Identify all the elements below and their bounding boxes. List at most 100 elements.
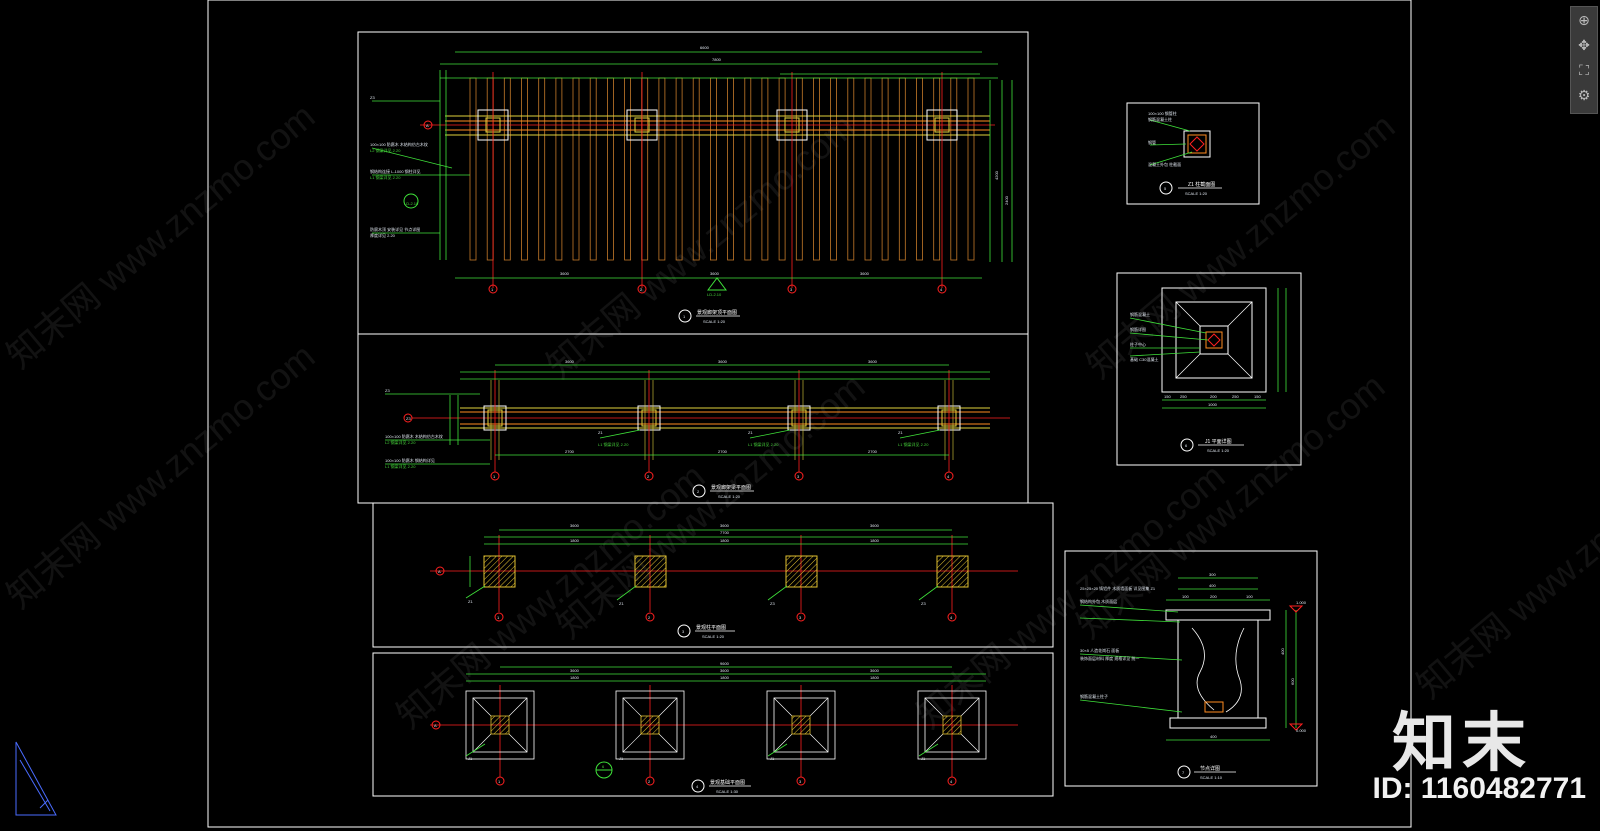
p3-scale: SCALE 1:20 bbox=[702, 634, 725, 639]
roof-slat bbox=[555, 77, 563, 261]
p1-title: 景观廊架顶平面图 bbox=[697, 309, 737, 316]
p1-dim-bot-3: 3600 bbox=[860, 271, 870, 276]
p7-dim-top-3: 100 bbox=[1182, 594, 1189, 599]
roof-slat bbox=[916, 77, 923, 261]
p2-axis-a: Z3 bbox=[406, 416, 411, 421]
mode-icon[interactable]: ⚙ bbox=[1573, 85, 1595, 107]
p2-dim-top-1: 3600 bbox=[565, 359, 575, 364]
p1-note-3: L2 钢梁详见 2.20 bbox=[370, 147, 401, 153]
p3-axis-a: A bbox=[438, 569, 441, 574]
roof-slat bbox=[641, 77, 649, 261]
asset-id: ID: 1160482771 bbox=[1372, 772, 1586, 805]
p4-dim-total: 9600 bbox=[720, 661, 730, 666]
p1-section-mark: LD-2.10 bbox=[707, 292, 722, 297]
p5-title: Z1 柱截面图 bbox=[1188, 181, 1215, 188]
p7-note-1: 25×25×20 铸铝件 木质墙面板 详见图集 Z1 bbox=[1080, 585, 1156, 591]
p2-grid-3: 3 bbox=[797, 474, 800, 479]
p2-note-5: L1 钢梁详见 2.20 bbox=[598, 441, 629, 447]
p2-dim-bot-3: 2700 bbox=[868, 449, 878, 454]
p2-grid-1: 1 bbox=[493, 474, 496, 479]
p1-callout: LD-2.10 bbox=[404, 201, 419, 206]
p1-dim-right-1: 4200 bbox=[994, 170, 999, 180]
p6-dim-total: 1000 bbox=[1208, 402, 1218, 407]
p7-dim-top-1: 300 bbox=[1209, 572, 1216, 577]
p2-grid-2: 2 bbox=[647, 474, 650, 479]
roof-slat bbox=[675, 77, 683, 261]
panel-roof-plan: 1 2 3 4 A 6600 7800 3600 3600 3600 4200 … bbox=[357, 31, 1029, 335]
p2-note-11: L1 钢梁详见 2.20 bbox=[385, 463, 416, 469]
p7-note-2: 钢结构外包 木质面层 bbox=[1080, 598, 1117, 604]
p3-dim-mid-3: 1800 bbox=[870, 538, 880, 543]
p7-scale: SCALE 1:10 bbox=[1200, 775, 1223, 780]
cad-drawing-canvas[interactable]: 知末网 www.znzmo.com 知末网 www.znzmo.com 知末网 … bbox=[0, 0, 1600, 831]
p6-dim-4: 250 bbox=[1232, 394, 1239, 399]
viewer-toolbar: ⊕ ✥ ⛶ ⚙ bbox=[1570, 6, 1598, 114]
p4-dim-mid-2: 1800 bbox=[720, 675, 730, 680]
pan-icon[interactable]: ✥ bbox=[1573, 35, 1595, 57]
p3-dim-mid-1: 1800 bbox=[570, 538, 580, 543]
p2-note-2: 100×100 防腐木 木结构仿古木纹 bbox=[385, 433, 443, 439]
p1-note-1: Z3 bbox=[370, 95, 375, 100]
p6-note-1: 钢筋混凝土 bbox=[1130, 311, 1150, 317]
p7-dim-bottom: 400 bbox=[1210, 734, 1217, 739]
watermark-1: 知末网 www.znzmo.com bbox=[0, 95, 322, 376]
p6-title: J1 平面详图 bbox=[1205, 438, 1232, 445]
p4-grid-1: 1 bbox=[498, 779, 501, 784]
p2-dim-bot-2: 2700 bbox=[718, 449, 728, 454]
roof-slat bbox=[624, 77, 631, 261]
p1-grid-4: 4 bbox=[940, 287, 943, 292]
p1-note-6: 防腐木顶 安装详见 节点详图 bbox=[370, 226, 420, 232]
p3-note-3: Z3 bbox=[770, 601, 775, 606]
roof-slat bbox=[881, 77, 889, 261]
p4-grid-2: 2 bbox=[648, 779, 651, 784]
p5-note-3: 钢管 bbox=[1148, 139, 1156, 145]
p1-dim-top-1: 6600 bbox=[700, 45, 710, 50]
roof-slat bbox=[847, 77, 855, 261]
roof-slat bbox=[950, 77, 958, 261]
p1-dim-top-2: 7800 bbox=[712, 57, 722, 62]
p3-grid-2: 2 bbox=[648, 615, 651, 620]
p7-level-1: 1.000 bbox=[1296, 600, 1307, 605]
p5-note-1: 100×100 钢管柱 bbox=[1148, 110, 1177, 116]
p2-dim-top-2: 3600 bbox=[718, 359, 728, 364]
p6-scale: SCALE 1:20 bbox=[1207, 448, 1230, 453]
p2-dim-bot-1: 2700 bbox=[565, 449, 575, 454]
panel-z1-section: 100×100 钢管柱 钢筋混凝土柱 钢管 混凝土外包 柱截面 5 Z1 柱截面… bbox=[1126, 102, 1260, 205]
p7-number: 7 bbox=[1182, 770, 1185, 775]
brand-logo: 知末 bbox=[1392, 707, 1532, 779]
p1-dim-bot-1: 3600 bbox=[560, 271, 570, 276]
p7-dim-top-5: 100 bbox=[1246, 594, 1253, 599]
roof-slat bbox=[864, 77, 872, 261]
p4-dim-top-1: 3600 bbox=[570, 668, 580, 673]
p4-dim-top-3: 3600 bbox=[870, 668, 880, 673]
p6-note-3: 柱子中心 bbox=[1130, 341, 1146, 347]
panel-node-detail: 300 400 100 200 100 400 600 400 1.000 0.… bbox=[1064, 550, 1318, 787]
p6-dim-2: 250 bbox=[1180, 394, 1187, 399]
p4-callout: 6 bbox=[602, 764, 605, 769]
p6-dim-3: 200 bbox=[1210, 394, 1217, 399]
roof-slat bbox=[486, 77, 494, 261]
p5-note-4: 混凝土外包 柱截面 bbox=[1148, 161, 1181, 167]
p1-note-5: L1 钢梁详见 2.20 bbox=[370, 174, 401, 180]
p7-note-3: 30×5 人造花岗石 面板 bbox=[1080, 647, 1119, 653]
roof-slat bbox=[538, 77, 546, 261]
fit-icon[interactable]: ⛶ bbox=[1573, 60, 1595, 82]
watermark-2: 知末网 www.znzmo.com bbox=[0, 335, 322, 616]
roof-slat bbox=[607, 77, 614, 261]
p6-number: 6 bbox=[1185, 443, 1188, 448]
p4-number: 4 bbox=[696, 784, 699, 789]
p6-dim-1: 150 bbox=[1164, 394, 1171, 399]
roof-slat bbox=[933, 77, 941, 261]
zoom-icon[interactable]: ⊕ bbox=[1573, 10, 1595, 32]
p2-note-3: L2 钢梁详见 2.20 bbox=[385, 439, 416, 445]
p1-axis-a: A bbox=[426, 123, 429, 128]
ucs-icon bbox=[15, 741, 57, 816]
p2-grid-4: 4 bbox=[947, 474, 950, 479]
p6-note-4: 基础 C30混凝土 bbox=[1130, 356, 1158, 362]
p2-note-1: Z3 bbox=[385, 388, 390, 393]
p2-note-9: L1 钢梁详见 2.20 bbox=[898, 441, 929, 447]
p2-scale: SCALE 1:20 bbox=[718, 494, 741, 499]
p3-note-1: Z1 bbox=[468, 599, 473, 604]
p3-title: 景观柱平面图 bbox=[696, 624, 726, 631]
p7-dim-top-2: 400 bbox=[1209, 583, 1216, 588]
